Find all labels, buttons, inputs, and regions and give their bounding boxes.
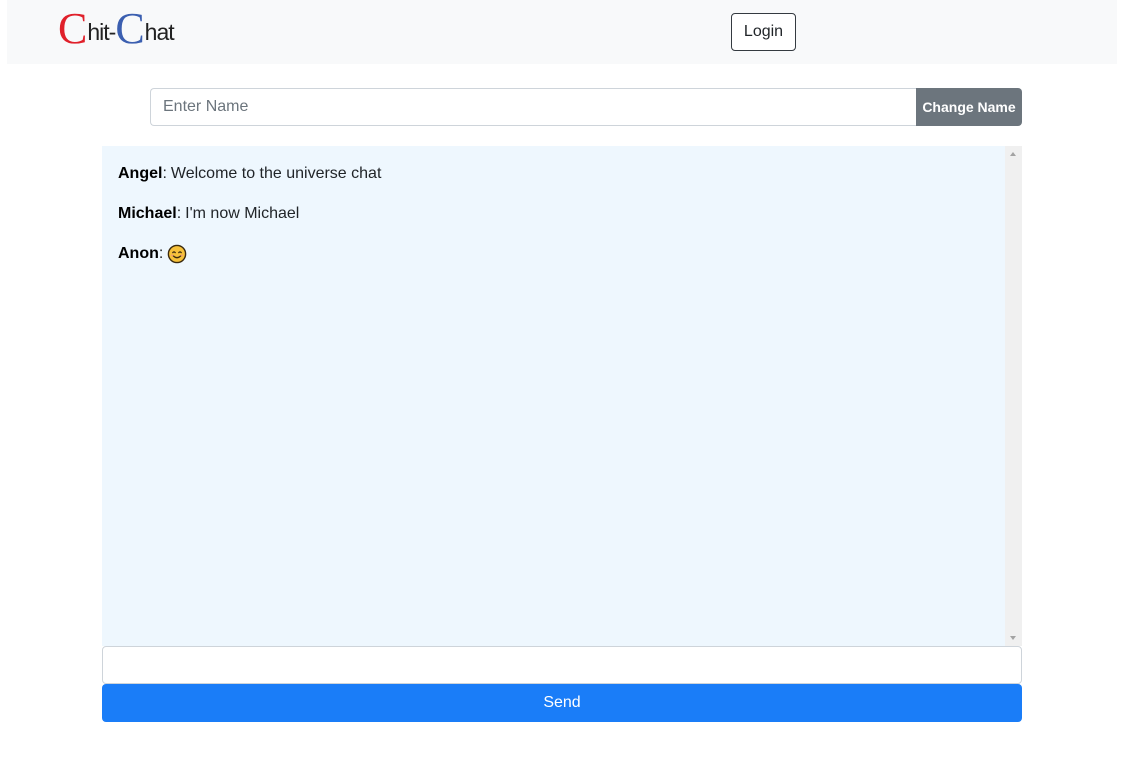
chat-message: Angel : Welcome to the universe chat xyxy=(118,164,1002,184)
logo-letter-c-blue: C xyxy=(115,4,145,53)
message-input[interactable] xyxy=(102,646,1022,684)
message-list: Angel : Welcome to the universe chat Mic… xyxy=(118,164,1002,284)
chat-window[interactable]: Angel : Welcome to the universe chat Mic… xyxy=(102,146,1022,646)
change-name-button[interactable]: Change Name xyxy=(916,88,1022,126)
chat-message: Michael : I'm now Michael xyxy=(118,204,1002,224)
smiling-face-icon xyxy=(167,244,187,264)
chat-scrollbar[interactable] xyxy=(1005,146,1022,646)
scroll-down-arrow-icon[interactable] xyxy=(1010,636,1016,640)
name-form: Change Name xyxy=(150,88,1022,126)
message-text: Welcome to the universe chat xyxy=(170,165,382,182)
logo-text-hat: hat xyxy=(144,18,175,45)
chat-message: Anon : xyxy=(118,244,1002,264)
name-input[interactable] xyxy=(150,88,916,126)
message-separator: : xyxy=(162,165,167,182)
navbar: C hit- C hat Login xyxy=(7,0,1117,64)
message-text: I'm now Michael xyxy=(185,205,300,222)
message-separator: : xyxy=(176,205,182,222)
logo-text-hit: hit- xyxy=(87,18,116,45)
message-author: Michael xyxy=(118,205,177,222)
scroll-up-arrow-icon[interactable] xyxy=(1010,152,1016,156)
chit-chat-logo[interactable]: C hit- C hat xyxy=(58,4,188,53)
logo-letter-c-red: C xyxy=(58,4,88,53)
login-button[interactable]: Login xyxy=(731,13,796,51)
send-button[interactable]: Send xyxy=(102,684,1022,722)
message-author: Anon xyxy=(118,245,159,262)
message-separator: : xyxy=(158,245,164,262)
message-author: Angel xyxy=(118,165,163,182)
